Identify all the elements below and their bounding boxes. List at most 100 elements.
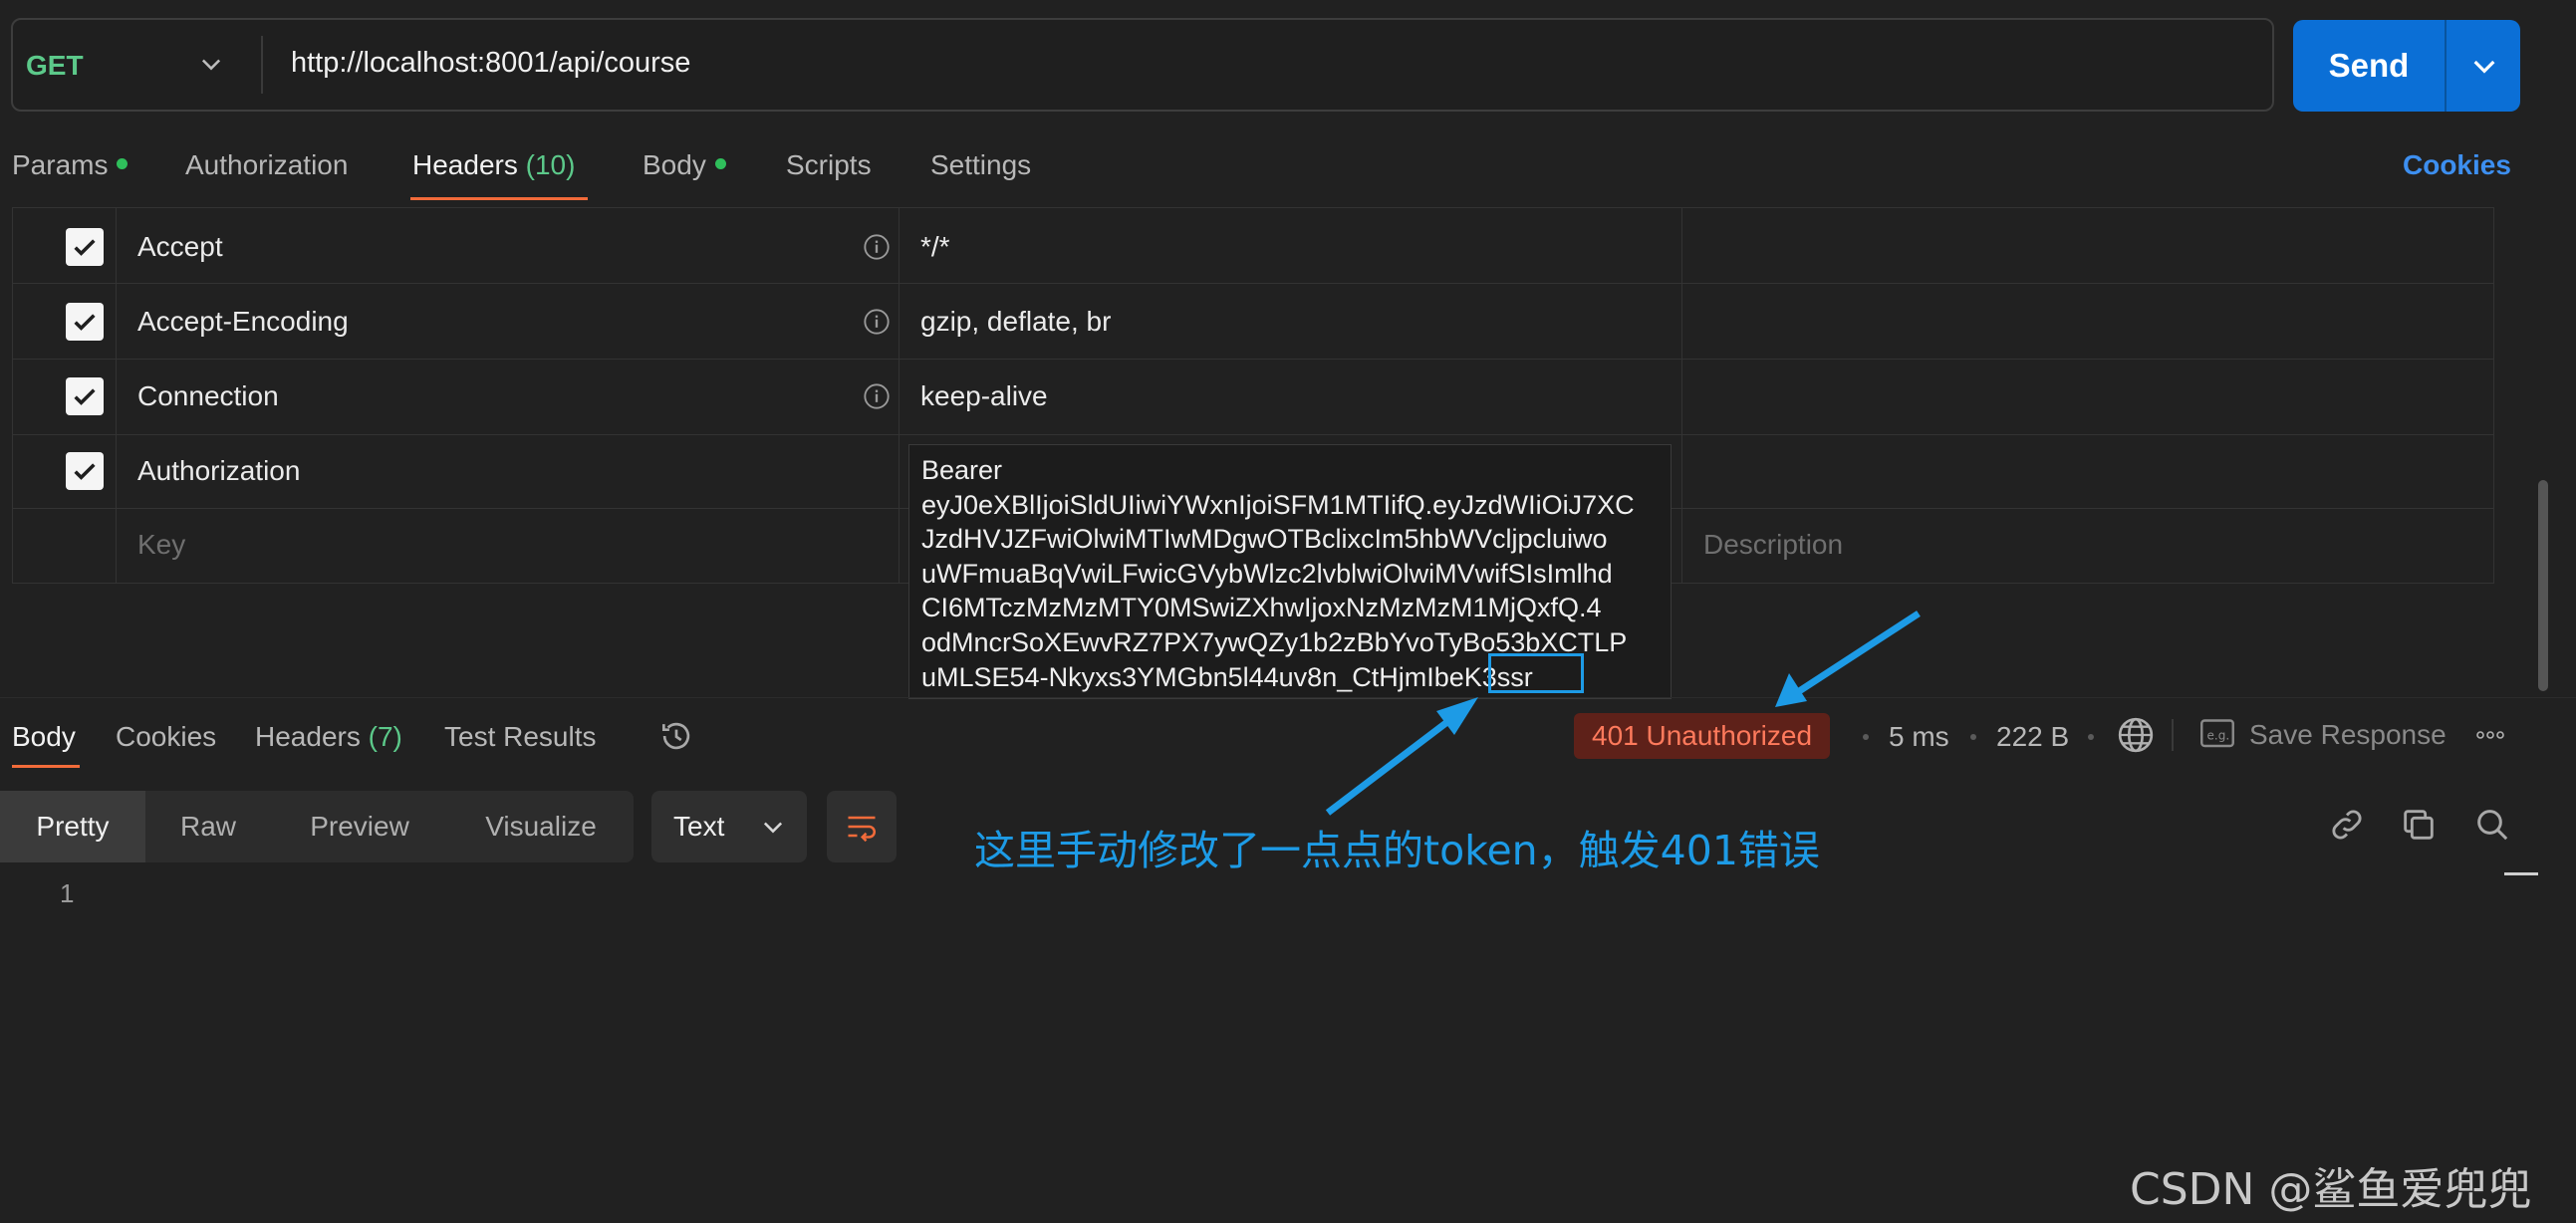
tab-label: Params [12, 149, 109, 180]
check-icon [74, 463, 96, 480]
divider [2172, 719, 2174, 751]
format-select[interactable]: Text [651, 791, 807, 862]
header-checkbox[interactable] [66, 452, 104, 490]
column-divider [116, 207, 117, 584]
view-mode-preview[interactable]: Preview [271, 791, 448, 862]
response-tab-test-results[interactable]: Test Results [444, 721, 597, 753]
svg-text:e.g.: e.g. [2207, 728, 2230, 742]
tab-params[interactable]: Params [12, 149, 129, 181]
header-key[interactable]: Accept-Encoding [137, 306, 349, 338]
line-number: 1 [60, 878, 75, 908]
history-icon[interactable] [657, 717, 695, 755]
pane-divider[interactable] [0, 697, 2576, 698]
tab-scripts[interactable]: Scripts [786, 149, 872, 181]
response-tab-headers[interactable]: Headers (7) [255, 721, 402, 753]
method-select[interactable]: GET [26, 50, 84, 82]
editor-scroll-indicator[interactable] [2504, 872, 2538, 875]
check-icon [74, 239, 96, 256]
wrap-lines-button[interactable] [827, 791, 897, 862]
column-divider [899, 207, 900, 584]
link-icon[interactable] [2327, 805, 2367, 845]
check-icon [74, 314, 96, 331]
arrow-to-token [1325, 706, 1467, 816]
arrowhead [1775, 673, 1807, 707]
header-checkbox[interactable] [66, 228, 104, 266]
row-divider [12, 434, 2494, 435]
annotation-highlight-box [1488, 653, 1584, 693]
info-icon[interactable] [863, 382, 891, 410]
token-line: eyJ0eXBlIjoiSldUIiwiYWxnIjoiSFM1MTIifQ.e… [921, 489, 1635, 520]
separator-dot [1863, 734, 1869, 740]
row-divider [12, 283, 2494, 284]
url-input[interactable]: http://localhost:8001/api/course [291, 47, 690, 80]
cookies-link[interactable]: Cookies [2403, 149, 2511, 181]
active-tab-indicator [12, 765, 80, 768]
token-line: CI6MTczMzMzMTY0MSwiZXhwIjoxNzMzMzM1MjQxf… [921, 593, 1602, 623]
header-key[interactable]: Connection [137, 380, 279, 412]
new-key-input[interactable]: Key [137, 529, 185, 561]
divider [2445, 20, 2447, 112]
separator-dot [2088, 734, 2094, 740]
chevron-down-icon[interactable] [2468, 50, 2500, 82]
active-dot-icon [714, 158, 726, 170]
chevron-down-icon [763, 822, 783, 834]
send-button-group: Send [2293, 20, 2520, 112]
more-options-icon[interactable] [2472, 723, 2508, 747]
active-dot-icon [117, 158, 129, 170]
header-value[interactable]: keep-alive [920, 380, 1048, 412]
info-icon[interactable] [863, 308, 891, 336]
watermark: CSDN @鲨鱼爱兜兜 [2130, 1164, 2532, 1215]
check-icon [74, 388, 96, 405]
header-checkbox[interactable] [66, 303, 104, 341]
separator-dot [1970, 734, 1976, 740]
view-mode-raw[interactable]: Raw [145, 791, 271, 862]
header-value[interactable]: gzip, deflate, br [920, 306, 1111, 338]
response-time[interactable]: 5 ms [1889, 721, 1949, 753]
tab-authorization[interactable]: Authorization [185, 149, 348, 181]
tab-settings[interactable]: Settings [930, 149, 1031, 181]
active-tab-indicator [410, 197, 588, 200]
save-response-icon[interactable]: e.g. [2199, 717, 2235, 751]
tab-count: (7) [368, 721, 402, 752]
token-line: JzdHVJZFwiOlwiMTIwMDgwOTBclixcIm5hbWVclj… [921, 524, 1608, 555]
search-icon[interactable] [2472, 805, 2512, 845]
token-line: Bearer [921, 455, 1003, 485]
tab-label: Headers [255, 721, 361, 752]
header-key[interactable]: Authorization [137, 455, 300, 487]
token-line: uWFmuaBqVwiLFwicGVybWlzc2lvblwiOlwiMVwif… [921, 558, 1613, 589]
header-checkbox[interactable] [66, 377, 104, 415]
response-size[interactable]: 222 B [1996, 721, 2069, 753]
response-tab-body[interactable]: Body [12, 721, 76, 753]
tab-label: Scripts [786, 149, 872, 180]
view-mode-pretty[interactable]: Pretty [0, 791, 145, 862]
send-button[interactable]: Send [2293, 20, 2445, 112]
response-tab-cookies[interactable]: Cookies [116, 721, 216, 753]
view-mode-selector: Pretty Raw Preview Visualize [0, 791, 634, 862]
row-divider [12, 359, 2494, 360]
wrap-lines-icon [848, 816, 876, 843]
new-description-input[interactable]: Description [1703, 529, 1843, 561]
tab-label: Headers [412, 149, 518, 180]
tab-label: Settings [930, 149, 1032, 180]
arrowhead [1436, 697, 1478, 735]
status-badge[interactable]: 401 Unauthorized [1574, 713, 1831, 759]
header-key[interactable]: Accept [137, 231, 223, 263]
save-response-button[interactable]: Save Response [2249, 719, 2447, 751]
arrow-to-status [1791, 611, 1921, 698]
tab-label: Authorization [185, 149, 349, 180]
header-value[interactable]: */* [920, 231, 950, 263]
scrollbar-thumb[interactable] [2538, 480, 2548, 691]
view-mode-visualize[interactable]: Visualize [448, 791, 634, 862]
format-label: Text [673, 811, 725, 842]
annotation-text: 这里手动修改了一点点的token，触发401错误 [974, 827, 1820, 874]
column-divider [1681, 207, 1682, 584]
info-icon[interactable] [863, 233, 891, 261]
tab-label: Body [643, 149, 706, 180]
tab-headers[interactable]: Headers (10) [412, 149, 575, 181]
tab-body[interactable]: Body [643, 149, 726, 181]
tab-count: (10) [525, 149, 576, 180]
divider [261, 36, 263, 94]
chevron-down-icon[interactable] [197, 50, 225, 78]
copy-icon[interactable] [2399, 805, 2439, 845]
globe-icon[interactable] [2116, 715, 2156, 755]
